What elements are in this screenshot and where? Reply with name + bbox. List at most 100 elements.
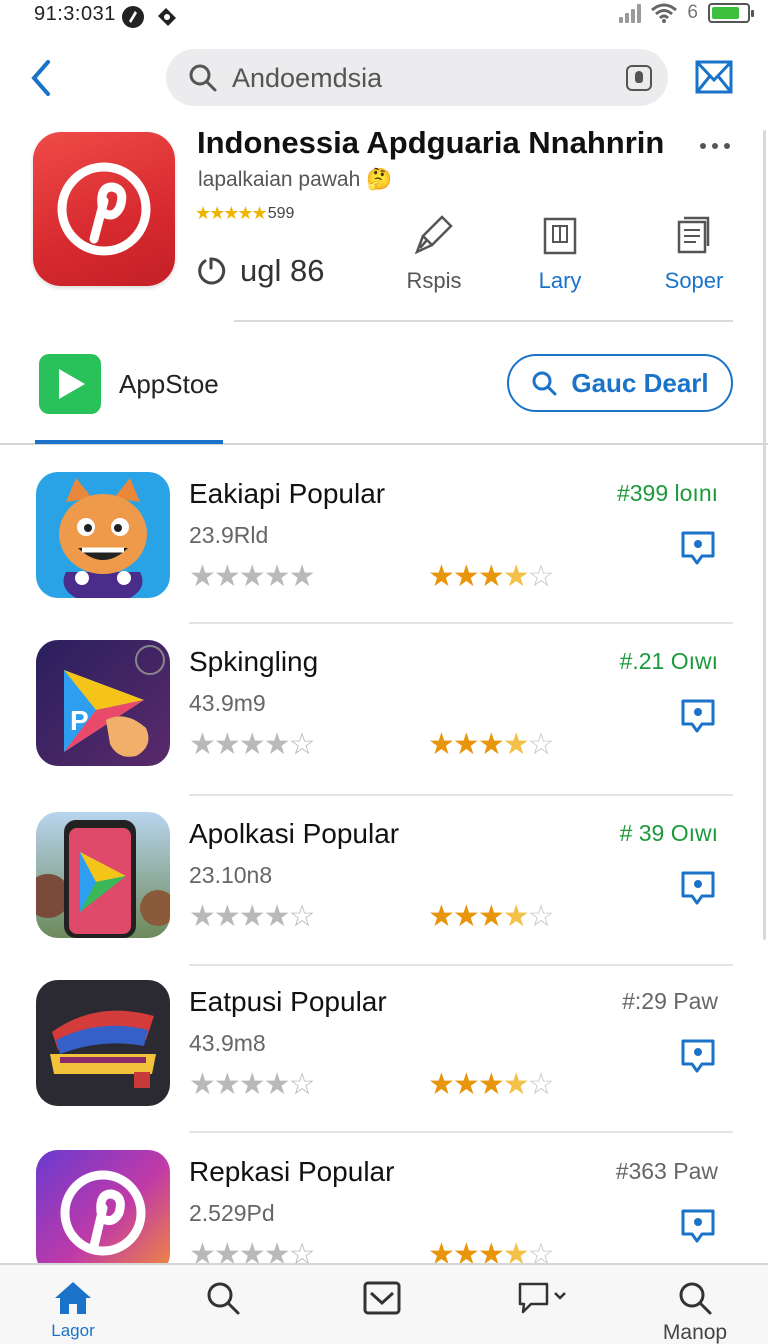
message-button[interactable] — [680, 530, 716, 566]
nav-mail[interactable] — [337, 1277, 427, 1319]
search-input[interactable] — [232, 59, 602, 97]
app-rank: # 39 Oıwı — [619, 820, 718, 846]
nav-chat[interactable] — [498, 1277, 588, 1319]
featured-app-title: Indonessia Apdguaria Nnahnrin — [197, 125, 665, 160]
message-button[interactable] — [680, 1038, 716, 1074]
action-rspis[interactable]: Rspis — [386, 212, 482, 294]
grey-star-rating: ★★★★☆ — [189, 728, 315, 761]
app-thumbnail — [36, 812, 170, 938]
app-thumbnail — [36, 980, 170, 1106]
app-thumbnail — [36, 472, 170, 598]
document-icon — [677, 216, 710, 254]
list-item[interactable]: Eakiapi Popular 23.9Rld ★★★★★ ★★★★☆ #399… — [0, 472, 768, 632]
pin-logo-icon — [60, 1170, 146, 1256]
rating-count: 599 — [267, 204, 295, 222]
featured-timer: ugl 86 — [196, 253, 324, 289]
app-thumbnail — [36, 1150, 170, 1276]
app-size: 23.10n8 — [189, 862, 273, 888]
timer-icon — [198, 257, 226, 285]
app-thumbnail: P — [36, 640, 170, 766]
list-item[interactable]: P Spkingling 43.9m9 ★★★★☆ ★★★★☆ #.21 Oıw… — [0, 640, 768, 800]
status-bar: 91:3:031 6 — [0, 0, 768, 34]
search-bar[interactable] — [166, 49, 668, 106]
app-rank: #.21 Oıwı — [619, 648, 718, 674]
search-icon — [679, 1282, 712, 1315]
message-icon — [681, 1209, 715, 1243]
mail-button[interactable] — [694, 58, 734, 96]
app-store-icon — [39, 354, 101, 414]
featured-app-icon[interactable] — [33, 132, 175, 286]
play-hand-icon: P — [64, 645, 165, 757]
more-options-button[interactable] — [700, 136, 738, 156]
graffiti-logo-icon — [50, 1010, 156, 1088]
divider — [189, 622, 733, 624]
book-icon — [543, 217, 577, 255]
message-button[interactable] — [680, 870, 716, 906]
wifi-icon — [651, 3, 678, 23]
grey-star-rating: ★★★★☆ — [189, 1068, 315, 1101]
action-label: Lary — [538, 268, 582, 293]
grey-star-rating: ★★★★★ — [189, 560, 315, 593]
status-time: 91:3:031 — [34, 3, 116, 25]
get-button-label: Gauc Dearl — [571, 367, 709, 398]
pin-logo-icon — [57, 162, 151, 256]
divider — [234, 320, 733, 322]
featured-app-subtitle: lapalkaian pawah 🤔 — [198, 168, 393, 191]
app-name: Eakiapi Popular — [189, 478, 386, 509]
nav-home[interactable]: Lagor — [28, 1277, 118, 1341]
phone-play-icon — [36, 820, 170, 938]
divider — [189, 794, 733, 796]
gold-star-rating: ★★★★☆ — [428, 560, 555, 593]
gold-star-rating: ★★★★☆ — [428, 728, 555, 761]
store-label: AppStoe — [119, 369, 219, 399]
app-name: Apolkasi Popular — [189, 818, 400, 849]
network-label: 6 — [687, 2, 698, 23]
message-icon — [681, 1039, 715, 1073]
list-item[interactable]: Eatpusi Popular 43.9m8 ★★★★☆ ★★★★☆ #:29 … — [0, 980, 768, 1140]
bottom-nav: Lagor Manop — [0, 1263, 768, 1344]
divider — [189, 1131, 733, 1133]
app-name: Eatpusi Popular — [189, 986, 387, 1017]
grey-star-rating: ★★★★☆ — [189, 900, 315, 933]
home-icon — [55, 1282, 91, 1314]
message-icon — [681, 699, 715, 733]
message-button[interactable] — [680, 698, 716, 734]
app-size: 23.9Rld — [189, 522, 269, 548]
featured-rating: ★★★★★ 599 — [195, 203, 294, 224]
app-rank: #363 Paw — [615, 1158, 718, 1184]
action-soper[interactable]: Soper — [646, 212, 742, 294]
message-button[interactable] — [680, 1208, 716, 1244]
gold-star-rating: ★★★★☆ — [428, 900, 555, 933]
nav-manop[interactable]: Manop — [650, 1277, 740, 1344]
svg-text:P: P — [70, 705, 89, 736]
app-rank: #:29 Paw — [622, 988, 718, 1014]
mic-icon[interactable] — [626, 65, 652, 91]
action-lary[interactable]: Lary — [512, 212, 608, 294]
brush-icon — [414, 215, 453, 255]
status-indicators: 6 — [619, 2, 754, 24]
app-size: 43.9m9 — [189, 690, 266, 716]
timer-value: ugl 86 — [240, 253, 325, 288]
message-icon — [681, 531, 715, 565]
settings-icon — [154, 4, 180, 35]
get-button[interactable]: Gauc Dearl — [507, 354, 733, 412]
search-icon — [532, 371, 557, 396]
back-arrow-icon — [31, 60, 50, 96]
chat-icon — [518, 1282, 566, 1314]
back-button[interactable] — [24, 58, 58, 98]
search-icon — [189, 64, 217, 92]
app-size: 2.529Pd — [189, 1200, 275, 1226]
search-icon — [207, 1282, 240, 1315]
app-size: 43.9m8 — [189, 1030, 266, 1056]
action-label: Soper — [664, 268, 724, 293]
battery-icon — [708, 3, 754, 23]
app-name: Spkingling — [189, 646, 319, 677]
mail-icon — [363, 1281, 401, 1315]
notification-icon — [120, 4, 146, 35]
gold-star-rating: ★★★★☆ — [428, 1068, 555, 1101]
rating-stars: ★★★★★ — [195, 203, 268, 223]
list-item[interactable]: Apolkasi Popular 23.10n8 ★★★★☆ ★★★★☆ # 3… — [0, 812, 768, 972]
divider — [189, 964, 733, 966]
action-label: Rspis — [406, 268, 462, 293]
nav-search[interactable] — [178, 1277, 268, 1319]
